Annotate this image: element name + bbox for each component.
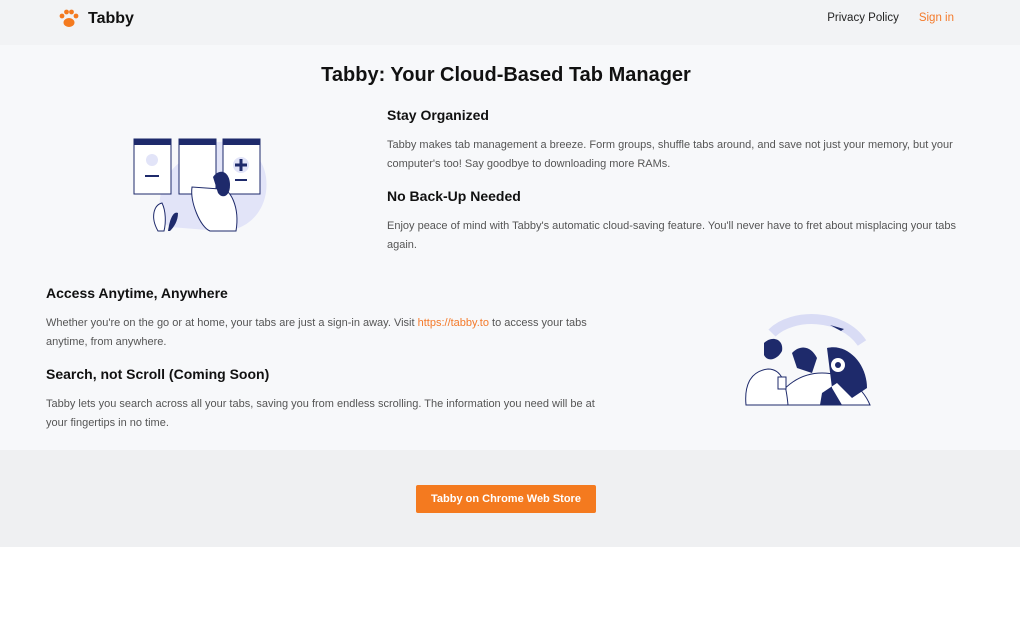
sign-in-link[interactable]: Sign in — [919, 12, 954, 24]
brand-name: Tabby — [88, 10, 134, 28]
section-text: Tabby makes tab management a breeze. For… — [387, 136, 977, 174]
text: Whether you're on the go or at home, you… — [46, 317, 418, 329]
cta-band: Tabby on Chrome Web Store — [0, 450, 1020, 547]
tabs-illustration — [130, 127, 270, 235]
tabby-link[interactable]: https://tabby.to — [418, 317, 489, 329]
section-heading: Search, not Scroll (Coming Soon) — [46, 366, 616, 382]
section-heading: Stay Organized — [387, 107, 977, 123]
section-text: Tabby lets you search across all your ta… — [46, 395, 616, 433]
section-text: Enjoy peace of mind with Tabby's automat… — [387, 217, 977, 255]
main-content: Tabby: Your Cloud-Based Tab Manager Stay… — [0, 45, 1020, 450]
section-heading: No Back-Up Needed — [387, 188, 977, 204]
privacy-policy-link[interactable]: Privacy Policy — [827, 12, 899, 24]
page-title: Tabby: Your Cloud-Based Tab Manager — [0, 64, 1012, 87]
chrome-web-store-button[interactable]: Tabby on Chrome Web Store — [416, 485, 596, 513]
globe-illustration — [742, 313, 874, 407]
logo[interactable]: Tabby — [58, 9, 134, 29]
section-text: Whether you're on the go or at home, you… — [46, 314, 616, 352]
section-access: Access Anytime, Anywhere Whether you're … — [46, 285, 616, 447]
section-stay-organized: Stay Organized Tabby makes tab managemen… — [387, 107, 977, 269]
header: Tabby Privacy Policy Sign in — [0, 0, 1020, 45]
section-heading: Access Anytime, Anywhere — [46, 285, 616, 301]
paw-icon — [58, 9, 80, 29]
